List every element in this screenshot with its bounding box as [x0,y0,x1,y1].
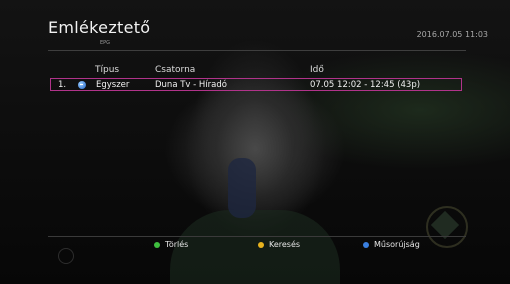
page-title: Emlékeztető [48,18,151,37]
column-header-channel: Csatorna [155,65,196,75]
column-header-type: Típus [95,65,120,75]
row-channel: Duna Tv - Híradó [155,80,227,90]
header-divider [48,50,466,51]
row-type: Egyszer [96,80,130,90]
channel-logo-watermark [426,206,468,248]
row-index: 1. [58,80,67,90]
footer-divider [48,236,466,237]
page-subtitle: EPG [100,40,111,46]
search-label: Keresés [269,240,301,249]
delete-label: Törlés [165,240,189,249]
reminder-screen: Emlékeztető EPG 2016.07.05 11:03 Típus C… [0,0,510,284]
background-shirt [170,210,340,284]
row-time: 07.05 12:02 - 12:45 (43p) [310,80,421,90]
epg-label: Műsorújság [374,240,420,249]
power-icon [58,248,74,264]
green-button-icon [154,241,160,248]
column-header-time: Idő [310,65,324,75]
background-microphone [228,158,256,218]
epg-button[interactable]: Műsorújság [363,240,420,249]
clock: 2016.07.05 11:03 [416,30,488,39]
reminder-icon [78,81,86,89]
search-button[interactable]: Keresés [258,240,300,249]
blue-button-icon [363,241,369,248]
delete-button[interactable]: Törlés [154,240,188,249]
yellow-button-icon [258,241,264,248]
